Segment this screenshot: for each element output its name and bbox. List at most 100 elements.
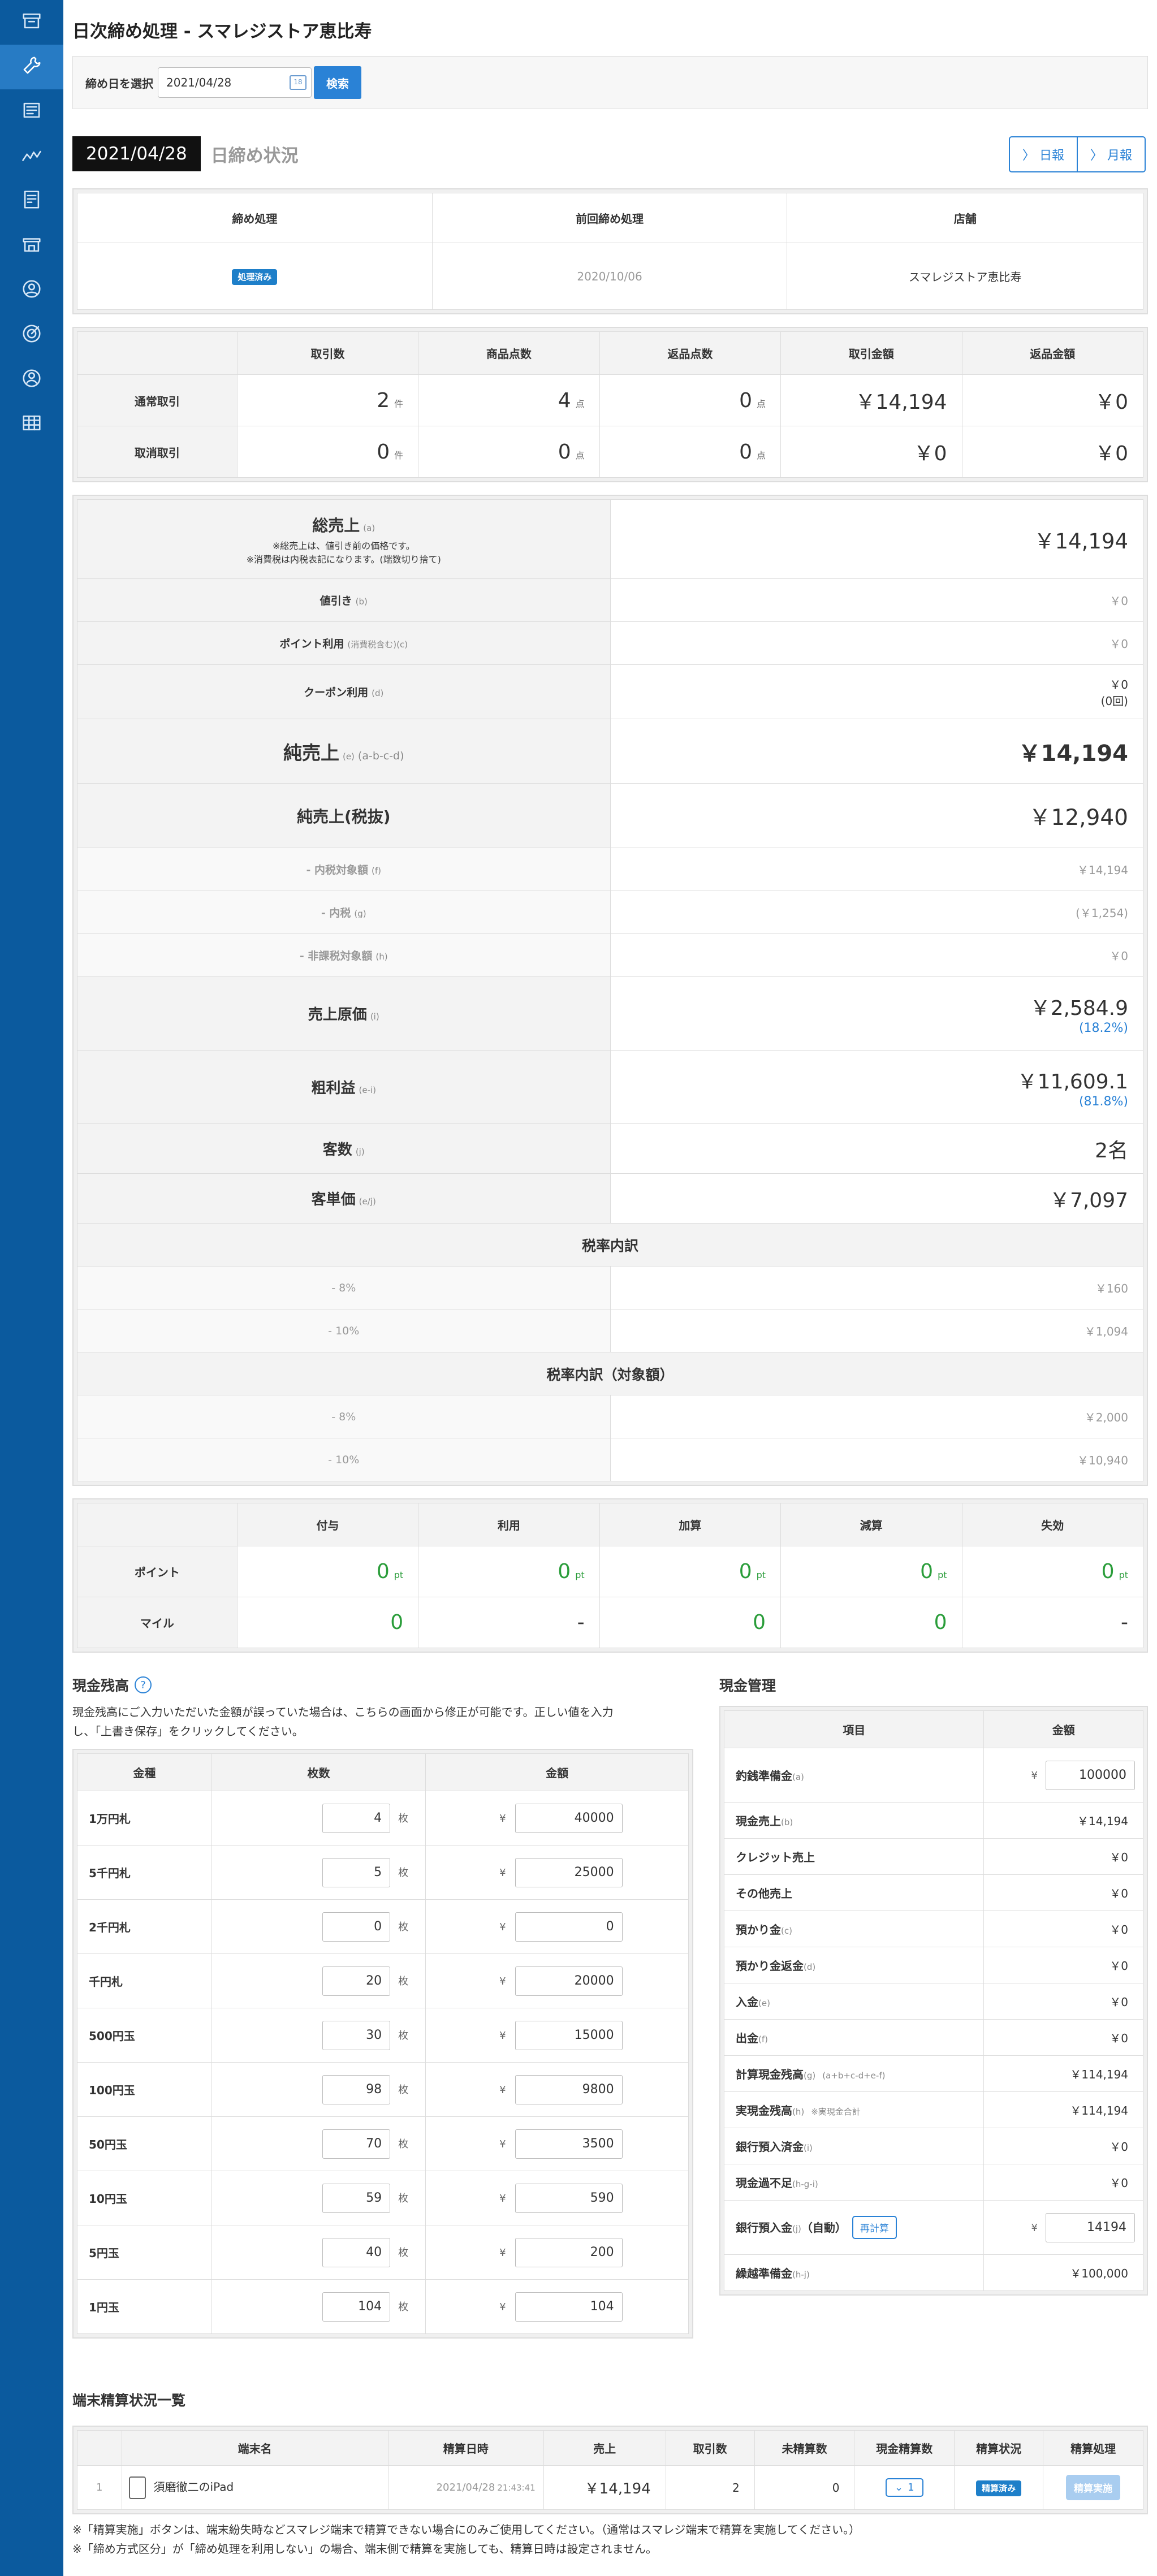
transactions-table: 取引数 商品点数 返品点数 取引金額 返品金額 通常取引 2 件 4 点 0 点 ￥14,194 ￥0 取消… (77, 331, 1143, 478)
cash-item-value: ￥114,194 (983, 2055, 1143, 2092)
code-label: (b) (781, 1817, 793, 1827)
sidebar-item[interactable] (0, 223, 63, 268)
sales-value-cost: ￥2,584.9 (1030, 997, 1128, 1020)
sidebar-item[interactable] (0, 45, 63, 89)
unit-label: 枚 (398, 2246, 409, 2259)
quantity-input[interactable]: 30 (322, 2020, 391, 2050)
sidebar-item[interactable] (0, 268, 63, 313)
points-table: 付与 利用 加算 減算 失効 ポイント 0 pt 0 pt 0 pt 0 pt 0 pt マイル 0 - 0 0 - (77, 1503, 1143, 1648)
cash-mgmt-title: 現金管理 (719, 1678, 776, 1694)
summary-panel: 締め処理 前回締め処理 店舗 処理済み 2020/10/06 スマレジストア恵比… (72, 188, 1148, 314)
points-value: 0 (934, 1611, 947, 1634)
cash-mgmt-table: 項目 金額 釣銭準備金(a) ¥100000 現金売上(b) ￥14,194 クレジット売上… (723, 1710, 1143, 2291)
corner-cell (77, 1503, 238, 1546)
settle-button[interactable]: 精算実施 (1066, 2475, 1121, 2500)
cash-item-value: ￥0 (983, 2019, 1143, 2056)
quantity-input[interactable]: 5 (322, 1857, 391, 1887)
sidebar-item[interactable] (0, 179, 63, 223)
sales-row: - 非課税対象額 (h) ￥0 (77, 933, 1143, 977)
sales-row: 粗利益 (e-i) ￥11,609.1 (81.8%) (77, 1050, 1143, 1124)
amount-input[interactable]: 15000 (515, 2020, 623, 2050)
amount-input[interactable]: 0 (515, 1912, 623, 1942)
search-button[interactable]: 検索 (314, 66, 361, 99)
cash-item-value: ￥114,194 (983, 2091, 1143, 2128)
code-label: (d) (804, 1962, 816, 1972)
amount-input[interactable]: 40000 (515, 1803, 623, 1833)
quantity-input[interactable]: 98 (322, 2074, 391, 2104)
date-select-label: 締め日を選択 (85, 76, 153, 90)
settle-date: 2021/04/28 (436, 2482, 495, 2493)
quantity-input[interactable]: 40 (322, 2237, 391, 2267)
code-label: (g) (804, 2071, 816, 2081)
points-header: 減算 (780, 1503, 962, 1546)
amount-input[interactable]: 9800 (515, 2074, 623, 2104)
quantity-input[interactable]: 104 (322, 2292, 391, 2322)
quantity-input[interactable]: 4 (322, 1803, 391, 1833)
wrench-icon (21, 55, 42, 80)
sidebar-item[interactable] (0, 0, 63, 45)
denomination-label: 100円玉 (77, 2062, 212, 2117)
daily-report-label: 日報 (1039, 149, 1064, 163)
amount-input[interactable]: 25000 (515, 1857, 623, 1887)
denomination-row: 2千円札 0 枚 ¥0 (77, 1899, 689, 1954)
amount-value: ￥14,194 (855, 391, 947, 414)
sidebar-item[interactable] (0, 402, 63, 447)
cash-item-value: ￥14,194 (983, 1802, 1143, 1839)
quantity-input[interactable]: 70 (322, 2129, 391, 2159)
quantity-input[interactable]: 0 (322, 1912, 391, 1942)
sidebar-item[interactable] (0, 357, 63, 402)
terminal-header: 取引数 (665, 2430, 755, 2466)
cash-mgmt-frame: 項目 金額 釣銭準備金(a) ¥100000 現金売上(b) ￥14,194 クレジット売上… (719, 1706, 1148, 2296)
amount-value: ￥0 (913, 442, 947, 465)
unit-label: pt (1119, 1570, 1128, 1580)
points-value: 0 (558, 1560, 571, 1583)
sidebar-item[interactable] (0, 313, 63, 357)
points-value: - (577, 1611, 585, 1634)
document-icon (21, 100, 42, 124)
unit-label: 枚 (398, 2192, 409, 2205)
sidebar-item[interactable] (0, 134, 63, 179)
sidebar-item[interactable] (0, 89, 63, 134)
bank-deposit-row: 銀行預入金(j)（自動） 再計算 ¥14194 (723, 2200, 1143, 2255)
denomination-label: 千円札 (77, 1953, 212, 2008)
cash-item-label: 実現金残高 (736, 2104, 792, 2117)
cash-mgmt-row: 預かり金(c) ￥0 (723, 1911, 1143, 1947)
sales-row: 客単価 (e/j) ￥7,097 (77, 1173, 1143, 1224)
change-fund-input[interactable]: 100000 (1046, 1760, 1135, 1790)
denomination-label: 1円玉 (77, 2279, 212, 2334)
tax-rate-label: - 8% (77, 1266, 611, 1309)
amount-input[interactable]: 104 (515, 2292, 623, 2322)
sales-value-coupon: ￥0 (1109, 677, 1128, 691)
denomination-row: 千円札 20 枚 ¥20000 (77, 1953, 689, 2008)
sales-row: 純売上 (e) (a-b-c-d) ￥14,194 (77, 719, 1143, 784)
cash-mgmt-row: 計算現金残高(g) (a+b+c-d+e-f) ￥114,194 (723, 2055, 1143, 2092)
points-value: 0 (753, 1611, 766, 1634)
cash-count-select[interactable]: ⌄ 1 (886, 2478, 923, 2497)
sales-panel: 総売上 (a) ※総売上は、値引き前の価格です。 ※消費税は内税表記になります。(端数… (72, 495, 1148, 1486)
quantity-input[interactable]: 20 (322, 1966, 391, 1996)
store-icon (21, 234, 42, 258)
sales-row: クーポン利用 (d) ￥0 (0回) (77, 664, 1143, 719)
amount-input[interactable]: 590 (515, 2183, 623, 2213)
quantity-input[interactable]: 59 (322, 2183, 391, 2213)
amount-input[interactable]: 3500 (515, 2129, 623, 2159)
amount-input[interactable]: 200 (515, 2237, 623, 2267)
recalc-button[interactable]: 再計算 (852, 2216, 897, 2239)
amount-input[interactable]: 20000 (515, 1966, 623, 1996)
help-icon[interactable]: ? (135, 1676, 152, 1693)
transactions-header: 取引数 (236, 331, 419, 375)
summary-header: 前回締め処理 (431, 193, 788, 243)
monthly-report-button[interactable]: 〉月報 (1076, 137, 1145, 171)
unit-label: pt (756, 1570, 766, 1580)
cash-balance-desc: 現金残高にご入力いただいた金額が誤っていた場合は、こちらの画面から修正が可能です… (72, 1705, 614, 1719)
tax-row: - 8% ￥2,000 (77, 1395, 1143, 1438)
cash-mgmt-panel: 現金管理 項目 金額 釣銭準備金(a) ¥100000 現金売上(b) ￥14,194 クレ… (719, 1675, 1148, 2339)
daily-report-button[interactable]: 〉日報 (1010, 137, 1077, 171)
code-label: (h) (375, 952, 388, 962)
deposit-input[interactable]: 14194 (1046, 2212, 1135, 2242)
code-label: (b) (355, 597, 368, 607)
cell-value: 0 (739, 388, 753, 412)
tablet-icon (128, 2476, 146, 2499)
calendar-icon[interactable]: 18 (290, 75, 306, 90)
date-input[interactable]: 2021/04/28 18 (158, 67, 312, 98)
